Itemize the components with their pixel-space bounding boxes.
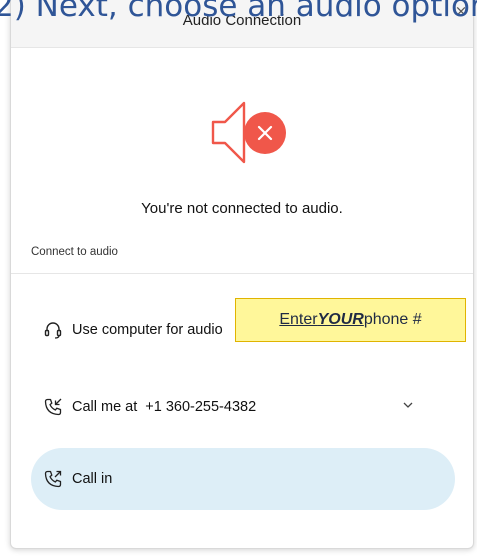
instruction-heading: 2) Next, choose an audio option	[0, 0, 477, 24]
callout-text-emphasis: YOUR	[317, 311, 364, 328]
phone-number-value: +1 360-255-4382	[145, 399, 257, 415]
call-in-label: Call in	[72, 471, 113, 487]
section-divider	[11, 273, 473, 274]
section-label-connect: Connect to audio	[31, 246, 118, 258]
callout-text-pre: Enter	[279, 311, 318, 328]
call-me-label: Call me at	[72, 399, 138, 415]
call-in-option[interactable]: Call in	[31, 448, 455, 510]
page: 2) Next, choose an audio option Audio Co…	[0, 0, 477, 556]
speaker-body	[211, 101, 246, 164]
speaker-muted-icon	[211, 101, 286, 164]
phone-callout-annotation: Enter YOUR phone #	[235, 298, 466, 342]
headset-icon	[44, 322, 62, 339]
call-me-option[interactable]: Call me at +1 360-255-4382	[31, 376, 455, 438]
connection-status-text: You're not connected to audio.	[141, 200, 343, 217]
callout-text-post: phone #	[363, 311, 422, 328]
chevron-down-icon[interactable]	[401, 398, 415, 412]
phone-incoming-icon	[44, 398, 62, 416]
use-computer-audio-label: Use computer for audio	[72, 322, 223, 338]
audio-connection-dialog: Audio Connection × You're not connected …	[10, 0, 474, 549]
phone-outgoing-icon	[44, 470, 62, 488]
